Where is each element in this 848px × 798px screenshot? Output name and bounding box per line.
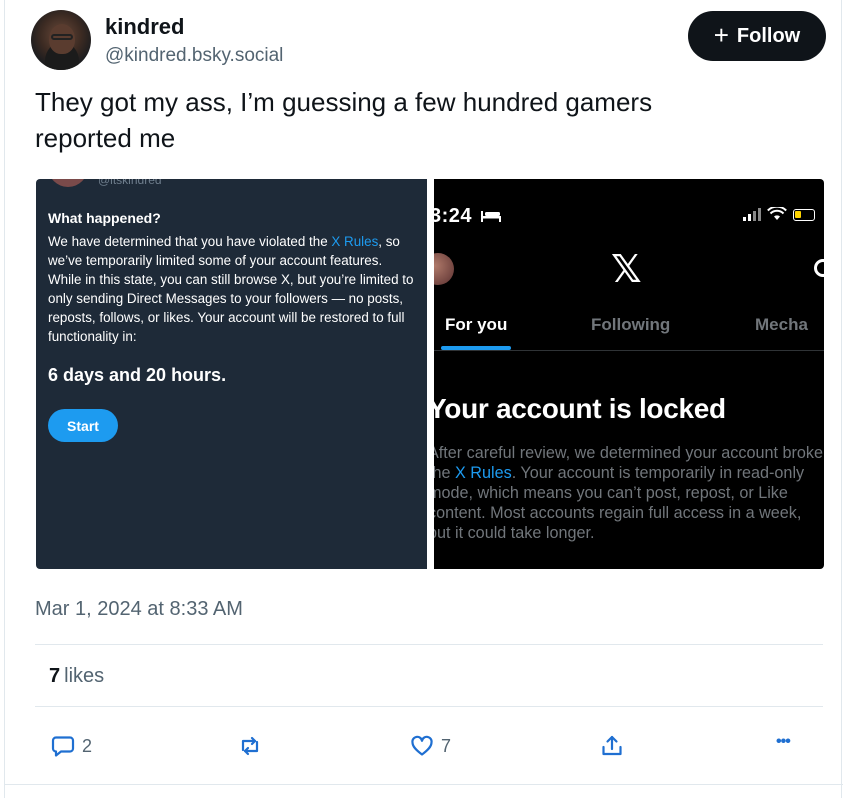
repost-icon <box>241 736 259 756</box>
avatar-glasses <box>51 34 73 40</box>
likes-label: likes <box>64 665 105 687</box>
post-text: They got my ass, I’m guessing a few hund… <box>35 87 653 153</box>
settings-gear-icon <box>814 259 824 277</box>
tab-for-you: For you <box>445 315 508 334</box>
embedded-image-account-locked[interactable]: 3:24 𝕏 For you Following Mecha Your acco <box>434 179 824 569</box>
x-logo-icon: 𝕏 <box>611 247 642 291</box>
follow-label: Follow <box>736 24 801 47</box>
like-button[interactable]: 7 <box>409 733 451 759</box>
embedded-image-restriction-notice[interactable]: @itskindred What happened? We have deter… <box>36 179 427 569</box>
tab-divider <box>434 350 824 351</box>
wifi-icon <box>767 207 787 220</box>
status-icons <box>743 207 815 221</box>
cropped-handle: @itskindred <box>98 179 162 187</box>
tab-mecha: Mecha <box>755 315 808 334</box>
battery-icon <box>793 209 815 221</box>
display-name[interactable]: kindred <box>105 14 184 40</box>
reply-icon <box>51 736 75 757</box>
heart-icon <box>411 735 433 756</box>
reply-count: 2 <box>82 735 93 756</box>
reply-button[interactable]: 2 <box>50 733 92 759</box>
like-count: 7 <box>441 735 452 756</box>
plus-icon: + <box>713 19 729 50</box>
post-timestamp[interactable]: Mar 1, 2024 at 8:33 AM <box>35 598 243 621</box>
divider <box>35 644 823 645</box>
notice-title: What happened? <box>48 210 161 226</box>
tab-following: Following <box>591 315 671 334</box>
share-icon <box>602 735 622 756</box>
cropped-avatar <box>48 179 88 187</box>
signal-icon <box>743 207 761 221</box>
post-card: kindred @kindred.bsky.social + Follow Th… <box>4 0 843 798</box>
notice-body-part2: , so we’ve temporarily limited some of y… <box>48 234 414 344</box>
share-button[interactable] <box>599 733 625 759</box>
more-icon: ••• <box>776 733 791 750</box>
more-options-button[interactable]: ••• <box>776 733 791 751</box>
divider <box>5 784 843 785</box>
likes-count[interactable]: 7 likes <box>49 665 104 688</box>
repost-button[interactable] <box>237 733 263 759</box>
status-time: 3:24 <box>434 205 473 227</box>
locked-title: Your account is locked <box>434 393 726 424</box>
notice-body-part1: We have determined that you have violate… <box>48 234 332 249</box>
restriction-countdown: 6 days and 20 hours. <box>48 365 227 385</box>
notice-body: We have determined that you have violate… <box>48 232 418 346</box>
locked-body: After careful review, we determined your… <box>434 443 824 543</box>
sleep-mode-icon <box>481 211 501 222</box>
start-button: Start <box>48 409 118 442</box>
divider <box>35 706 823 707</box>
handle[interactable]: @kindred.bsky.social <box>105 45 283 67</box>
x-rules-link: X Rules <box>331 234 379 249</box>
avatar[interactable] <box>31 10 91 70</box>
x-rules-link: X Rules <box>455 464 512 482</box>
likes-number: 7 <box>49 665 61 687</box>
profile-avatar-cropped <box>434 253 454 285</box>
follow-button[interactable]: + Follow <box>688 11 826 61</box>
